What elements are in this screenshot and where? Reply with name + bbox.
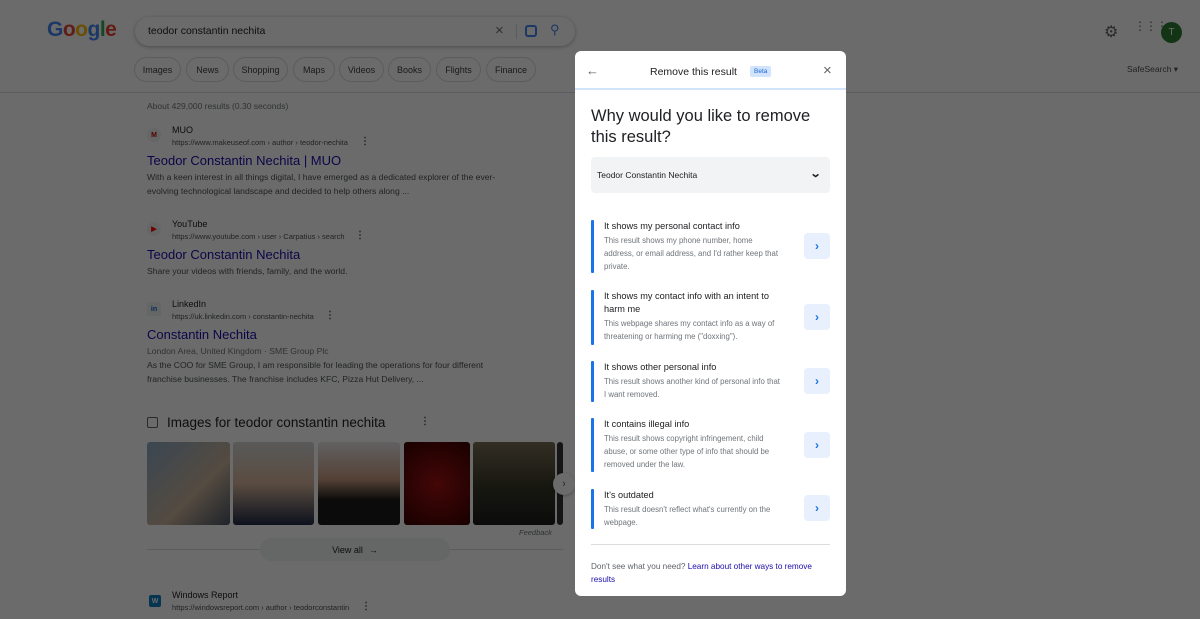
option-description: This result shows another kind of person… [604, 377, 780, 399]
option-illegal-info[interactable]: It contains illegal info This result show… [591, 418, 830, 472]
dialog-footer: Don't see what you need? Learn about oth… [591, 560, 821, 586]
image-thumbnail[interactable] [318, 442, 400, 525]
view-all-label: View all [332, 544, 363, 555]
option-description: This result shows my phone number, home … [604, 236, 778, 271]
option-description: This webpage shares my contact info as a… [604, 319, 775, 341]
images-heading: Images for teodor constantin nechita [167, 415, 386, 430]
close-icon[interactable]: × [823, 62, 832, 79]
windows-report-favicon: W [149, 595, 161, 607]
back-arrow-icon[interactable]: ← [586, 63, 599, 78]
divider [516, 24, 517, 39]
chevron-right-icon[interactable]: › [804, 495, 830, 521]
result-site: LinkedIn [172, 299, 207, 309]
gear-icon[interactable]: ⚙ [1104, 22, 1118, 42]
search-icon[interactable]: ⚲ [550, 22, 560, 38]
option-title: It's outdated [604, 490, 654, 500]
option-title: It shows other personal info [604, 362, 717, 372]
result-meta: London Area, United Kingdom · SME Group … [147, 346, 329, 356]
feedback-link[interactable]: Feedback [519, 528, 552, 537]
result-title-link[interactable]: Teodor Constantin Nechita | MUO [147, 153, 341, 168]
view-all-button[interactable]: View all → [260, 538, 450, 561]
result-snippet: With a keen interest in all things digit… [147, 172, 496, 196]
search-box[interactable]: teodor constantin nechita × ⚲ [135, 17, 575, 46]
chevron-right-icon[interactable]: › [804, 432, 830, 458]
chip-videos[interactable]: Videos [339, 57, 384, 82]
result-stats: About 429,000 results (0.30 seconds) [147, 101, 289, 111]
chevron-down-icon: ⌄ [809, 168, 822, 180]
option-intent-to-harm[interactable]: It shows my contact info with an intent … [591, 290, 830, 345]
remove-result-dialog: ← Remove this result Beta × Why would yo… [575, 51, 846, 596]
result-url: https://www.youtube.com › user › Carpati… [172, 232, 345, 241]
image-thumbnail[interactable] [233, 442, 314, 525]
result-dropdown[interactable]: Teodor Constantin Nechita ⌄ [591, 157, 830, 193]
next-images-button[interactable]: › [553, 473, 575, 495]
chip-books[interactable]: Books [388, 57, 431, 82]
image-thumbnail[interactable] [404, 442, 470, 525]
option-title: It shows my contact info with an intent … [604, 291, 769, 314]
dialog-title: Remove this result [650, 66, 737, 78]
option-other-personal-info[interactable]: It shows other personal info This result … [591, 361, 830, 402]
option-title: It contains illegal info [604, 419, 690, 429]
more-options-icon[interactable]: ⋮ [325, 310, 335, 321]
more-options-icon[interactable]: ⋮ [361, 601, 371, 612]
more-options-icon[interactable]: ⋮ [420, 416, 430, 427]
youtube-favicon: ▶ [147, 222, 161, 236]
option-outdated[interactable]: It's outdated This result doesn't reflect… [591, 489, 830, 529]
image-thumbnail[interactable] [147, 442, 230, 525]
option-description: This result shows copyright infringement… [604, 434, 770, 469]
more-options-icon[interactable]: ⋮ [360, 136, 370, 147]
result-url: https://uk.linkedin.com › constantin-nec… [172, 312, 314, 321]
chip-finance[interactable]: Finance [486, 57, 536, 82]
chip-news[interactable]: News [186, 57, 229, 82]
search-input[interactable]: teodor constantin nechita [148, 25, 265, 37]
chip-flights[interactable]: Flights [436, 57, 481, 82]
option-personal-contact-info[interactable]: It shows my personal contact info This re… [591, 220, 830, 273]
clear-icon[interactable]: × [495, 22, 504, 39]
result-snippet: As the COO for SME Group, I am responsib… [147, 360, 484, 384]
lens-icon[interactable] [525, 25, 537, 37]
image-thumbnail[interactable] [473, 442, 555, 525]
result-title-link[interactable]: Teodor Constantin Nechita [147, 247, 300, 262]
footer-text: Don't see what you need? [591, 562, 686, 571]
chevron-right-icon[interactable]: › [804, 304, 830, 330]
result-url: https://windowsreport.com › author › teo… [172, 603, 350, 612]
chip-maps[interactable]: Maps [293, 57, 335, 82]
beta-badge: Beta [750, 66, 772, 77]
muo-favicon: M [147, 128, 161, 142]
google-logo[interactable]: Google [47, 18, 117, 42]
option-description: This result doesn't reflect what's curre… [604, 505, 771, 527]
dialog-header: ← Remove this result Beta × [575, 51, 846, 90]
dialog-question: Why would you like to remove this result… [591, 107, 811, 146]
chip-shopping[interactable]: Shopping [233, 57, 288, 82]
avatar[interactable]: T [1161, 22, 1182, 43]
result-site: MUO [172, 125, 193, 135]
result-site: Windows Report [172, 590, 239, 600]
chip-images[interactable]: Images [134, 57, 181, 82]
more-options-icon[interactable]: ⋮ [355, 230, 365, 241]
arrow-right-icon: → [368, 544, 378, 555]
chevron-right-icon[interactable]: › [804, 233, 830, 259]
image-icon [147, 417, 158, 428]
divider [591, 544, 830, 545]
result-title-link[interactable]: Constantin Nechita [147, 327, 257, 342]
linkedin-favicon: in [147, 302, 161, 316]
option-title: It shows my personal contact info [604, 221, 740, 231]
safesearch-label: SafeSearch [1127, 64, 1172, 74]
dropdown-value: Teodor Constantin Nechita [597, 170, 698, 180]
result-url: https://www.makeuseof.com › author › teo… [172, 138, 348, 147]
chevron-right-icon[interactable]: › [804, 368, 830, 394]
safesearch-button[interactable]: SafeSearch ▾ [1127, 64, 1178, 75]
result-snippet: Share your videos with friends, family, … [147, 266, 348, 276]
result-site: YouTube [172, 219, 208, 229]
